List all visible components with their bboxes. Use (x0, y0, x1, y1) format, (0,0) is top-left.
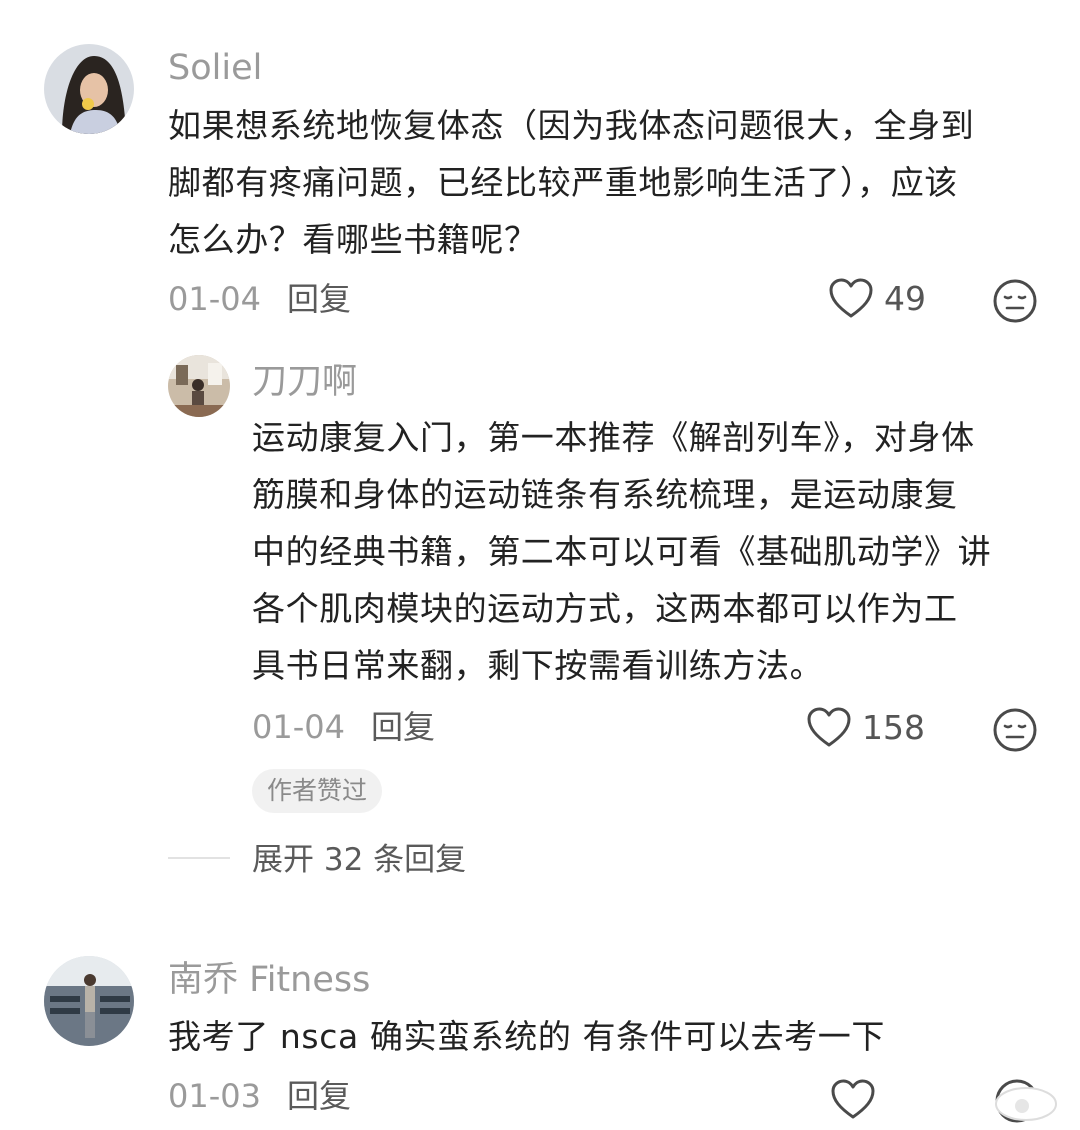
comment-text-line: 怎么办？看哪些书籍呢？ (168, 220, 538, 259)
neutral-face-icon (993, 708, 1037, 752)
reply-text-line: 各个肌肉模块的运动方式，这两本都可以作为工 (252, 589, 958, 628)
weibo-watermark-icon (995, 1087, 1057, 1121)
heart-outline-icon (829, 278, 873, 318)
reply-text-line: 筋膜和身体的运动链条有系统梳理，是运动康复 (252, 475, 958, 514)
comment-text-line: 我考了 nsca 确实蛮系统的 有条件可以去考一下 (168, 1017, 885, 1056)
comment-date: 01-04 (168, 280, 261, 318)
reply-button[interactable]: 回复 (287, 1077, 351, 1115)
like-count: 158 (862, 707, 925, 747)
reply-button[interactable]: 回复 (371, 708, 435, 746)
avatar-nanqiao-image (44, 956, 134, 1046)
comment-text: 如果想系统地恢复体态（因为我体态问题很大，全身到 脚都有疼痛问题，已经比较严重地… (168, 97, 974, 268)
comment-meta: 01-03 回复 (168, 1076, 351, 1116)
reply-text-line: 运动康复入门，第一本推荐《解剖列车》，对身体 (252, 418, 975, 457)
reply-meta: 01-04 回复 (252, 707, 435, 747)
reply-like-button[interactable]: 158 (806, 706, 925, 748)
comment-date: 01-03 (168, 1077, 261, 1115)
avatar-nanqiao-fitness[interactable] (44, 956, 134, 1046)
reply-text-line: 具书日常来翻，剩下按需看训练方法。 (252, 646, 824, 685)
dislike-button[interactable] (992, 278, 1038, 324)
reply-date: 01-04 (252, 708, 345, 746)
reply-dislike-button[interactable] (992, 707, 1038, 753)
like-button[interactable]: 49 (828, 277, 926, 319)
expand-divider (168, 857, 230, 859)
comment-meta: 01-04 回复 (168, 279, 351, 319)
comment-text-line: 如果想系统地恢复体态（因为我体态问题很大，全身到 (168, 106, 975, 145)
reply-text: 运动康复入门，第一本推荐《解剖列车》，对身体 筋膜和身体的运动链条有系统梳理，是… (252, 409, 991, 694)
neutral-face-icon (993, 279, 1037, 323)
avatar-soliel[interactable] (44, 44, 134, 134)
comment-thread: Soliel 如果想系统地恢复体态（因为我体态问题很大，全身到 脚都有疼痛问题，… (0, 0, 1080, 1130)
avatar-daodaoa-image (168, 355, 230, 417)
author-liked-badge: 作者赞过 (252, 769, 383, 813)
reply-button[interactable]: 回复 (287, 280, 351, 318)
avatar-soliel-image (44, 44, 134, 134)
avatar-daodaoa[interactable] (168, 355, 230, 417)
like-count: 49 (884, 278, 926, 318)
comment-username[interactable]: Soliel (168, 48, 262, 88)
comment-username[interactable]: 南乔 Fitness (168, 960, 370, 1000)
heart-outline-icon (831, 1079, 875, 1119)
reply-username[interactable]: 刀刀啊 (252, 362, 357, 402)
like-button-partial[interactable] (830, 1078, 876, 1120)
expand-replies-button[interactable]: 展开 32 条回复 (252, 840, 466, 880)
heart-outline-icon (807, 707, 851, 747)
reply-text-line: 中的经典书籍，第二本可以可看《基础肌动学》讲 (252, 532, 992, 571)
watermark-logo (986, 1076, 1066, 1124)
comment-text: 我考了 nsca 确实蛮系统的 有条件可以去考一下 (168, 1008, 885, 1065)
comment-text-line: 脚都有疼痛问题，已经比较严重地影响生活了），应该 (168, 163, 958, 202)
